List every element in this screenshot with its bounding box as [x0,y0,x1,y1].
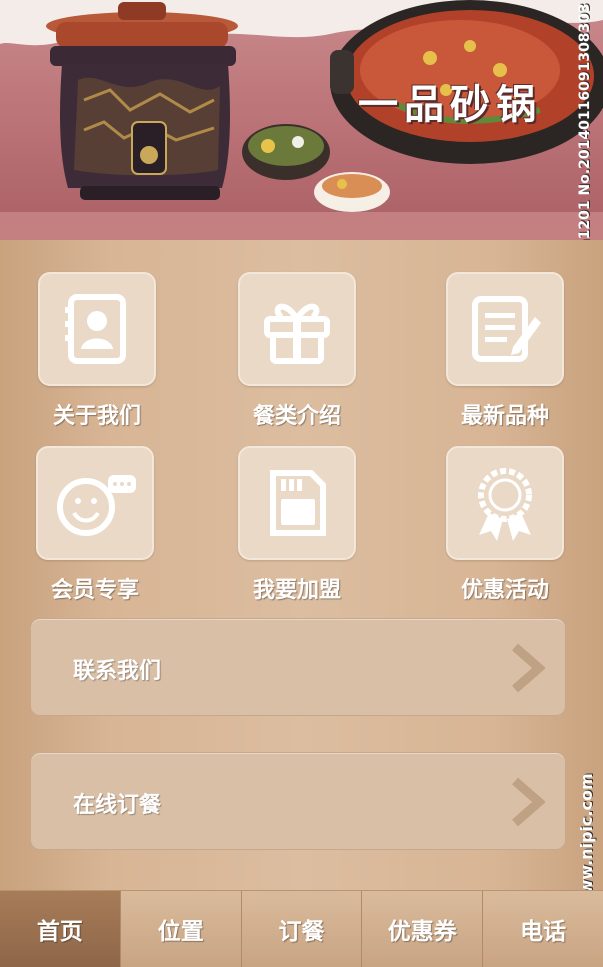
award-ribbon-icon [478,468,532,541]
sd-card-icon [270,470,326,536]
clay-pot-image [46,2,238,200]
tab-phone[interactable]: 电话 [483,891,603,967]
tile-label: 会员专享 [50,578,139,603]
online-order-label: 在线订餐 [73,793,162,818]
hero-banner: 一品砂锅 [0,0,603,240]
contact-card-icon [65,294,126,364]
brand-title: 一品砂锅 [358,82,542,128]
tab-home[interactable]: 首页 [0,891,121,967]
contact-us-label: 联系我们 [73,659,162,684]
tile-franchise[interactable]: 我要加盟 [222,446,372,604]
tile-icon-box [36,446,154,560]
tile-menu-intro[interactable]: 餐类介绍 [222,272,372,430]
gift-box-icon [264,303,330,364]
tile-promotions[interactable]: 优惠活动 [430,446,580,604]
chevron-right-icon [512,643,545,693]
main-content: 关于我们 餐类介绍 最新品种 会员专享 我要加盟 优惠活动 联系我们 在线订餐 [0,240,603,890]
tile-label: 我要加盟 [252,578,341,603]
tile-new-items[interactable]: 最新品种 [430,272,580,430]
chevron-right-icon [512,777,545,827]
bottom-tab-bar: 首页 位置 订餐 优惠券 电话 [0,890,603,967]
smiley-chat-icon [57,475,136,536]
tile-icon-box [446,272,564,386]
tile-icon-box [238,446,356,560]
tile-icon-box [238,272,356,386]
tile-member-only[interactable]: 会员专享 [20,446,170,604]
tile-label: 餐类介绍 [252,404,341,429]
tab-location[interactable]: 位置 [121,891,242,967]
tab-order[interactable]: 订餐 [242,891,363,967]
tile-label: 关于我们 [52,404,141,429]
tile-about-us[interactable]: 关于我们 [22,272,172,430]
tile-icon-box [446,446,564,560]
tile-icon-box [38,272,156,386]
contact-us-button[interactable]: 联系我们 [30,618,566,716]
feature-grid: 关于我们 餐类介绍 最新品种 会员专享 我要加盟 优惠活动 [0,240,603,603]
tab-coupons[interactable]: 优惠券 [362,891,484,967]
tile-label: 最新品种 [460,404,549,429]
online-order-button[interactable]: 在线订餐 [30,752,566,850]
tile-label: 优惠活动 [460,578,549,603]
edit-note-icon [472,296,541,362]
